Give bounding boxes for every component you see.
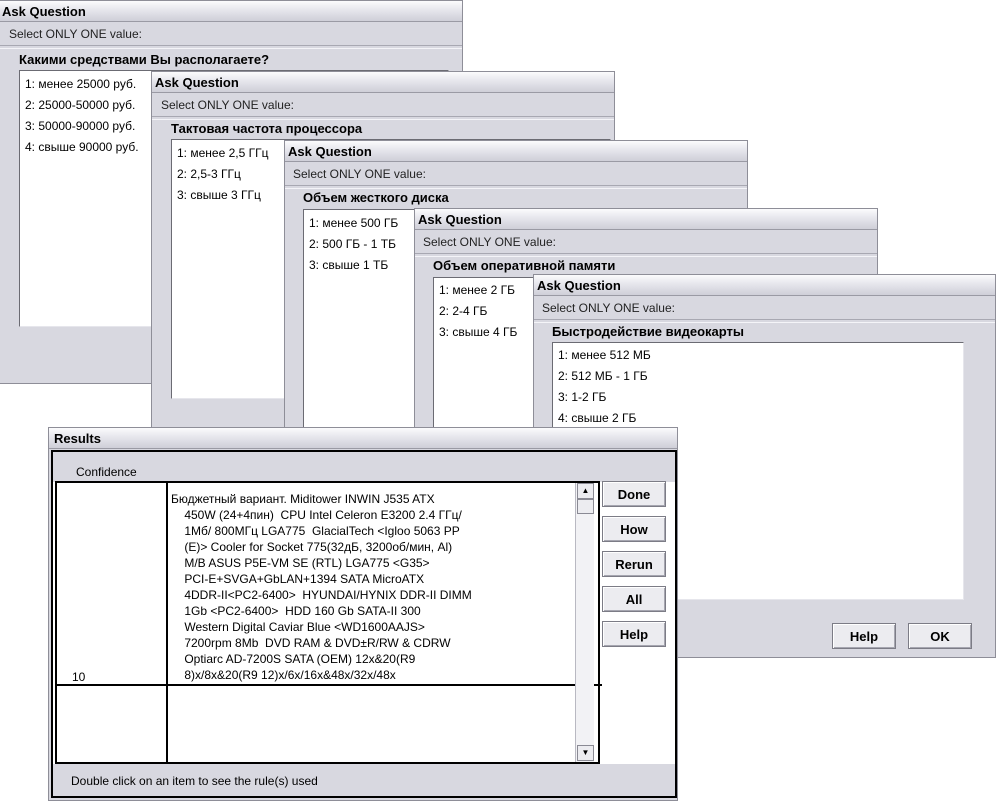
divider (152, 116, 614, 120)
option-item[interactable]: 3: свыше 1 ТБ (309, 258, 388, 272)
dialog-title[interactable]: Ask Question (534, 275, 995, 296)
dialog-instruction: Select ONLY ONE value: (0, 23, 462, 45)
results-window: Results Confidence Confidence 10 Бюджетн… (48, 427, 678, 801)
help-button[interactable]: Help (602, 621, 666, 647)
option-item[interactable]: 3: свыше 4 ГБ (439, 325, 517, 339)
option-item[interactable]: 1: менее 2,5 ГГц (177, 146, 268, 160)
help-button[interactable]: Help (832, 623, 896, 649)
divider (534, 319, 995, 323)
question-label: Быстродействие видеокарты (552, 324, 745, 339)
option-item[interactable]: 4: свыше 2 ГБ (558, 411, 636, 425)
confidence-column-header-label: Confidence (76, 465, 137, 479)
question-label: Объем жесткого диска (303, 190, 449, 205)
dialog-instruction: Select ONLY ONE value: (285, 163, 747, 185)
dialog-title[interactable]: Ask Question (285, 141, 747, 162)
result-line: (E)> Cooler for Socket 775(32дБ, 3200об/… (171, 540, 453, 554)
how-button[interactable]: How (602, 516, 666, 542)
result-line: Western Digital Caviar Blue <WD1600AAJS> (171, 620, 425, 634)
option-item[interactable]: 3: 50000-90000 руб. (25, 119, 135, 133)
option-item[interactable]: 3: 1-2 ГБ (558, 390, 606, 404)
result-text: Бюджетный вариант. Miditower INWIN J535 … (171, 491, 472, 683)
dialog-title[interactable]: Ask Question (415, 209, 877, 230)
result-line: 1Gb <PC2-6400> HDD 160 Gb SATA-II 300 (171, 604, 421, 618)
dialog-instruction: Select ONLY ONE value: (415, 231, 877, 253)
option-item[interactable]: 2: 25000-50000 руб. (25, 98, 135, 112)
results-scrollbar[interactable]: ▲ ▼ (575, 483, 594, 762)
dialog-title[interactable]: Ask Question (152, 72, 614, 93)
option-item[interactable]: 3: свыше 3 ГГц (177, 188, 261, 202)
dialog-instruction: Select ONLY ONE value: (534, 297, 995, 319)
question-label: Какими средствами Вы располагаете? (19, 52, 270, 67)
result-line: Бюджетный вариант. Miditower INWIN J535 … (171, 492, 435, 506)
results-footer-hint: Double click on an item to see the rule(… (71, 774, 318, 788)
result-line: 8)x/8x&20(R9 12)x/6x/16x&48x/32x/48x (171, 668, 396, 682)
result-line: 7200rpm 8Mb DVD RAM & DVD±R/RW & CDRW (171, 636, 451, 650)
result-line: 450W (24+4пин) CPU Intel Celeron E3200 2… (171, 508, 462, 522)
confidence-value: 10 (72, 670, 86, 684)
scroll-up-icon[interactable]: ▲ (577, 483, 594, 499)
all-button[interactable]: All (602, 586, 666, 612)
result-line: PCI-E+SVGA+GbLAN+1394 SATA MicroATX (171, 572, 425, 586)
option-item[interactable]: 2: 2,5-3 ГГц (177, 167, 241, 181)
results-panel: Confidence Confidence 10 Бюджетный вариа… (51, 450, 677, 798)
option-item[interactable]: 2: 500 ГБ - 1 ТБ (309, 237, 396, 251)
table-row[interactable] (57, 686, 598, 762)
option-item[interactable]: 1: менее 25000 руб. (25, 77, 136, 91)
divider (285, 185, 747, 189)
results-table: 10 Бюджетный вариант. Miditower INWIN J5… (55, 481, 602, 764)
header-bg (53, 452, 675, 482)
done-button[interactable]: Done (602, 481, 666, 507)
question-label: Тактовая частота процессора (171, 121, 363, 136)
option-item[interactable]: 1: менее 500 ГБ (309, 216, 398, 230)
option-item[interactable]: 1: менее 512 МБ (558, 348, 651, 362)
dialog-title[interactable]: Ask Question (0, 1, 462, 22)
result-line: Optiarc AD-7200S SATA (OEM) 12x&20(R9 (171, 652, 416, 666)
divider (0, 45, 462, 49)
question-label: Объем оперативной памяти (433, 258, 616, 273)
divider (415, 253, 877, 257)
option-item[interactable]: 2: 512 МБ - 1 ГБ (558, 369, 648, 383)
option-item[interactable]: 1: менее 2 ГБ (439, 283, 515, 297)
result-line: 4DDR-II<PC2-6400> HYUNDAI/HYNIX DDR-II D… (171, 588, 472, 602)
scroll-down-icon[interactable]: ▼ (577, 745, 594, 761)
table-row[interactable]: 10 Бюджетный вариант. Miditower INWIN J5… (57, 483, 598, 684)
option-item[interactable]: 2: 2-4 ГБ (439, 304, 487, 318)
results-title[interactable]: Results (49, 428, 677, 449)
result-line: M/B ASUS P5E-VM SE (RTL) LGA775 <G35> (171, 556, 430, 570)
result-line: 1Мб/ 800МГц LGA775 GlacialTech <Igloo 50… (171, 524, 460, 538)
dialog-instruction: Select ONLY ONE value: (152, 94, 614, 116)
scroll-thumb[interactable] (577, 499, 594, 514)
ok-button[interactable]: OK (908, 623, 972, 649)
option-item[interactable]: 4: свыше 90000 руб. (25, 140, 139, 154)
rerun-button[interactable]: Rerun (602, 551, 666, 577)
